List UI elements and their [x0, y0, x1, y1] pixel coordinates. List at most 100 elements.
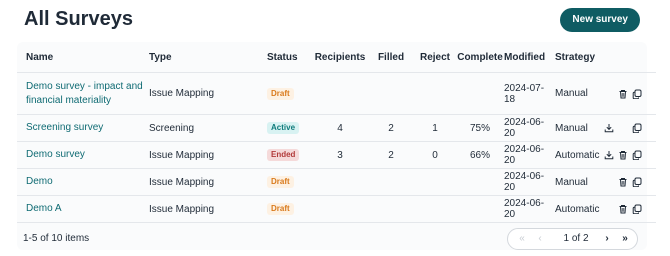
complete-percent-cell [456, 72, 504, 115]
copy-icon[interactable] [632, 204, 642, 214]
complete-percent-cell [456, 195, 504, 223]
filled-count-cell: 2 [368, 114, 414, 142]
status-cell-cell: Draft [267, 168, 312, 196]
table-row[interactable]: Demo survey Issue Mapping Ended 3 2 0 66% 2024-… [17, 141, 656, 169]
survey-type: Issue Mapping [149, 203, 215, 215]
survey-type: Screening [149, 122, 195, 134]
column-header-status[interactable]: Status [267, 42, 312, 73]
copy-icon[interactable] [632, 177, 642, 187]
filled-count: 2 [388, 149, 394, 161]
status-cell-cell: Draft [267, 72, 312, 115]
column-header-filled[interactable]: Filled [368, 42, 414, 73]
next-page-button[interactable]: › [600, 229, 614, 249]
survey-name-cell: Demo A [17, 195, 149, 223]
survey-name-cell: Demo [17, 168, 149, 196]
surveys-table-card: Name Type Status Recipients Filled Rejec… [17, 42, 656, 250]
status-badge: Active [267, 122, 300, 134]
survey-name-link[interactable]: Demo survey [26, 149, 85, 160]
column-header-recipients[interactable]: Recipients [312, 42, 368, 73]
new-survey-button[interactable]: New survey [560, 8, 640, 32]
download-icon[interactable] [604, 123, 614, 133]
status-cell-cell: Draft [267, 195, 312, 223]
survey-name-link[interactable]: Demo A [26, 203, 62, 214]
row-actions [601, 72, 656, 115]
recipients-count: 3 [337, 149, 343, 161]
modified-date: 2024-06-20 [504, 144, 545, 166]
last-page-button[interactable]: » [618, 229, 632, 249]
strategy-cell: Manual [555, 114, 601, 142]
trash-icon[interactable] [618, 89, 628, 99]
trash-icon[interactable] [618, 150, 628, 160]
survey-type-cell: Issue Mapping [149, 72, 267, 115]
row-actions [601, 141, 656, 169]
status-badge: Ended [267, 149, 300, 161]
first-page-button[interactable]: « [514, 229, 530, 249]
column-header-complete[interactable]: Complete [456, 42, 504, 73]
reject-count-cell [414, 195, 456, 223]
copy-icon[interactable] [632, 89, 642, 99]
prev-page-button[interactable]: ‹ [532, 229, 548, 249]
filled-count: 2 [388, 122, 394, 134]
modified-date-cell: 2024-06-20 [504, 168, 555, 196]
table-row[interactable]: Demo survey - impact and financial mater… [17, 72, 656, 115]
reject-count: 1 [432, 122, 438, 134]
column-header-modified[interactable]: Modified [504, 42, 555, 73]
trash-icon[interactable] [618, 204, 628, 214]
complete-percent: 75% [469, 122, 490, 134]
modified-date: 2024-06-20 [504, 117, 545, 139]
filled-count-cell [368, 195, 414, 223]
status-badge: Draft [267, 176, 294, 188]
modified-date: 2024-06-20 [504, 171, 545, 193]
pagination-count: 1-5 of 10 items [23, 233, 90, 244]
row-actions [601, 114, 656, 142]
filled-count-cell [368, 168, 414, 196]
strategy-cell: Manual [555, 168, 601, 196]
survey-name-link[interactable]: Screening survey [26, 122, 103, 133]
page-title: All Surveys [24, 8, 133, 30]
reject-count-cell: 0 [414, 141, 456, 169]
survey-type-cell: Issue Mapping [149, 195, 267, 223]
pagination-control: « ‹ 1 of 2 › » [507, 228, 638, 250]
survey-type-cell: Issue Mapping [149, 141, 267, 169]
column-header-strategy[interactable]: Strategy [555, 42, 601, 73]
download-icon[interactable] [604, 150, 614, 160]
row-actions [601, 195, 656, 223]
modified-date-cell: 2024-06-20 [504, 114, 555, 142]
table-row[interactable]: Screening survey Screening Active 4 2 1 75% 202… [17, 114, 656, 142]
reject-count: 0 [432, 149, 438, 161]
table-row[interactable]: Demo Issue Mapping Draft 2024-06-20 Manual [17, 168, 656, 196]
table-row[interactable]: Demo A Issue Mapping Draft 2024-06-20 Automa… [17, 195, 656, 223]
survey-name-cell: Demo survey - impact and financial mater… [17, 72, 149, 115]
page-indicator: 1 of 2 [563, 233, 589, 244]
survey-name-link[interactable]: Demo survey - impact and financial mater… [26, 81, 143, 106]
complete-percent-cell: 66% [456, 141, 504, 169]
copy-icon[interactable] [632, 150, 642, 160]
status-cell-cell: Active [267, 114, 312, 142]
recipients-count-cell: 4 [312, 114, 368, 142]
reject-count-cell [414, 72, 456, 115]
column-header-type[interactable]: Type [149, 42, 267, 73]
trash-icon[interactable] [618, 177, 628, 187]
modified-date-cell: 2024-06-20 [504, 195, 555, 223]
recipients-count: 4 [337, 122, 343, 134]
survey-type: Issue Mapping [149, 149, 215, 161]
filled-count-cell [368, 72, 414, 115]
survey-type-cell: Screening [149, 114, 267, 142]
row-actions [601, 168, 656, 196]
survey-type-cell: Issue Mapping [149, 168, 267, 196]
complete-percent-cell [456, 168, 504, 196]
recipients-count-cell: 3 [312, 141, 368, 169]
strategy: Automatic [555, 203, 600, 215]
survey-name-link[interactable]: Demo [26, 176, 53, 187]
reject-count-cell [414, 168, 456, 196]
survey-type: Issue Mapping [149, 88, 215, 99]
copy-icon[interactable] [632, 123, 642, 133]
reject-count-cell: 1 [414, 114, 456, 142]
table-header-row: Name Type Status Recipients Filled Rejec… [17, 42, 656, 73]
recipients-count-cell [312, 168, 368, 196]
status-cell-cell: Ended [267, 141, 312, 169]
recipients-count-cell [312, 195, 368, 223]
column-header-name[interactable]: Name [17, 42, 149, 73]
column-header-reject[interactable]: Reject [414, 42, 456, 73]
strategy: Manual [555, 122, 588, 134]
